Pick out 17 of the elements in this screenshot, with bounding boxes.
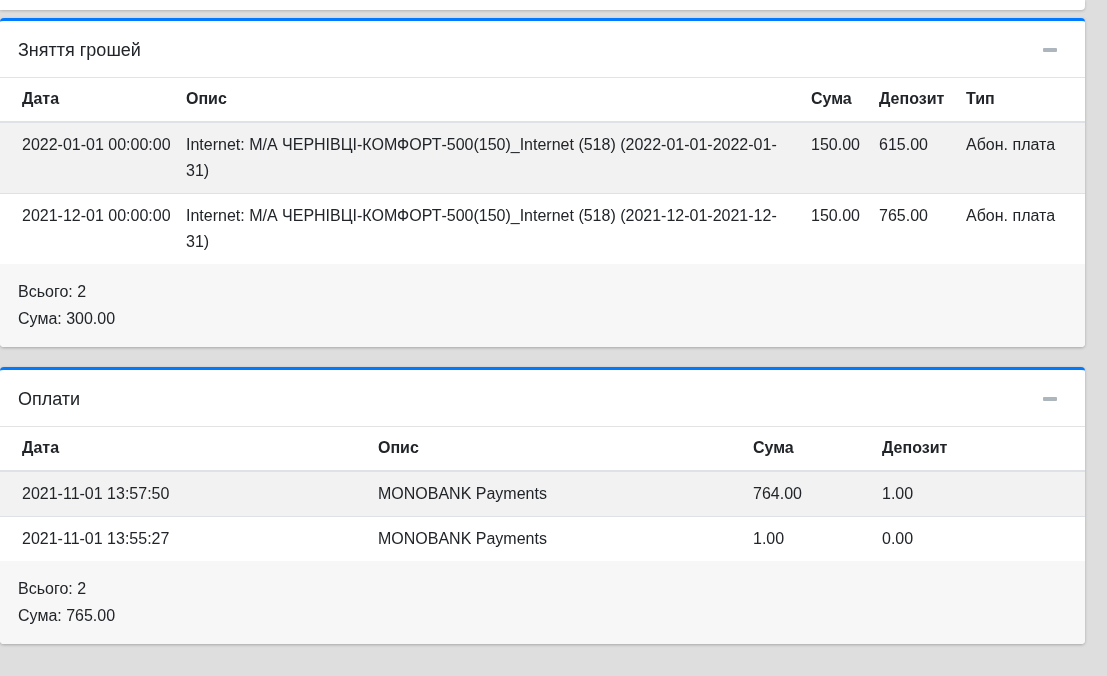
table-cell: 2021-11-01 13:57:50 <box>0 471 378 517</box>
minus-icon[interactable] <box>1043 48 1057 52</box>
summary-text: Сума: 765.00 <box>18 606 116 626</box>
table-cell: Абон. плата <box>966 122 1085 194</box>
table-cell: MONOBANK Payments <box>378 471 753 517</box>
table-cell: Internet: М/А ЧЕРНІВЦІ-КОМФОРТ-500(150)_Internet (518) (2022-01-01-2022-01-31) <box>186 122 811 194</box>
table-cell: 1.00 <box>882 471 1085 517</box>
minus-icon[interactable] <box>1043 397 1057 401</box>
table-cell: 764.00 <box>753 471 882 517</box>
panel-title: Зняття грошей <box>18 39 141 62</box>
table-cell: 150.00 <box>811 122 879 194</box>
summary-text: Всього: 2 <box>18 579 87 599</box>
summary-text: Всього: 2 <box>18 282 87 302</box>
panel-title: Оплати <box>18 388 81 411</box>
table-cell: 2022-01-01 00:00:00 <box>0 122 186 194</box>
table-cell: 615.00 <box>879 122 966 194</box>
summary-text: Сума: 300.00 <box>18 309 116 329</box>
